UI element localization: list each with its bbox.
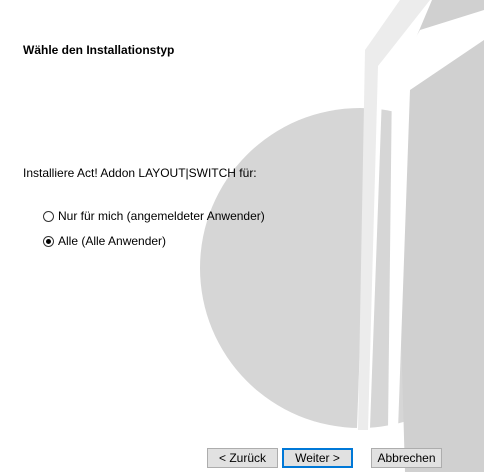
radio-label-all-users: Alle (Alle Anwender) [58, 234, 167, 248]
cancel-button[interactable]: Abbrechen [371, 448, 442, 468]
back-button[interactable]: < Zurück [207, 448, 278, 468]
radio-button-checked[interactable] [43, 235, 54, 247]
page-title: Wähle den Installationstyp [23, 43, 175, 57]
radio-option-just-me[interactable]: Nur für mich (angemeldeter Anwender) [43, 208, 265, 224]
install-prompt-label: Installiere Act! Addon LAYOUT|SWITCH für… [23, 166, 257, 180]
radio-option-all-users[interactable]: Alle (Alle Anwender) [43, 233, 166, 249]
radio-button-unchecked[interactable] [43, 210, 54, 222]
radio-label-just-me: Nur für mich (angemeldeter Anwender) [58, 209, 265, 223]
next-button[interactable]: Weiter > [282, 448, 353, 468]
